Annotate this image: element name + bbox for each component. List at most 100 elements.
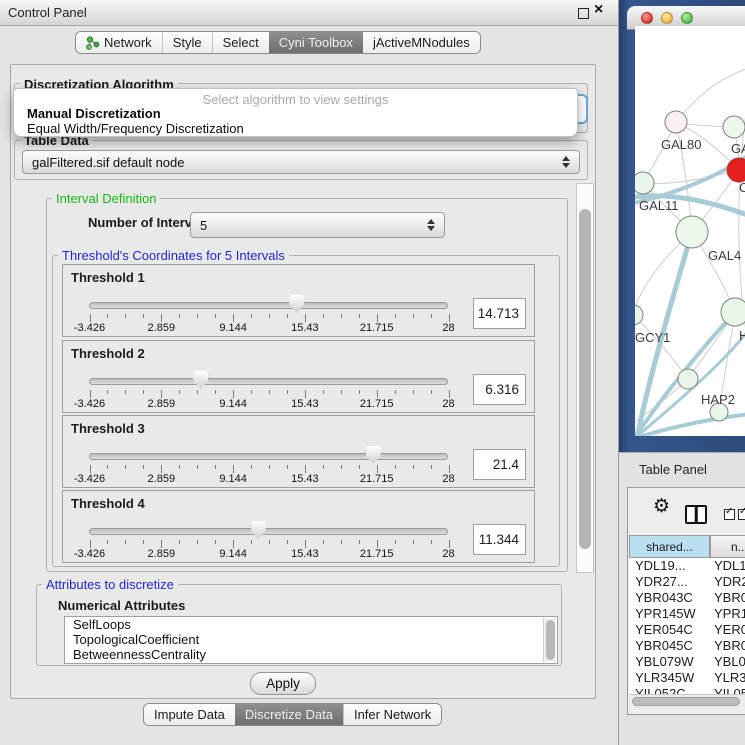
tab-infer-network[interactable]: Infer Network [343,704,441,725]
attr-items: SelfLoopsTopologicalCoefficientBetweenne… [65,617,557,662]
list-scrollbar[interactable] [543,618,556,662]
slider-thumb[interactable] [289,295,304,313]
slider-track[interactable] [89,528,448,535]
split-columns-icon[interactable] [685,505,707,524]
close-icon[interactable]: × [594,1,603,19]
app-root: Control Panel × Network Style Select Cyn… [0,0,745,745]
node-label: HAP2 [701,392,735,407]
slider-thumb[interactable] [193,371,208,389]
threshold-panel: Threshold 4 -3.4262.8599.14415.4321.7152… [62,490,535,563]
column-header-shared-name[interactable]: shared... [629,535,710,558]
slider-track[interactable] [89,378,448,385]
threshold-value-field[interactable]: 14.713 [473,298,526,329]
mac-zoom-button[interactable] [681,12,693,24]
node-label: GCY1 [635,330,670,345]
combo-arrows-icon [427,219,435,231]
network-canvas[interactable]: GAL80 GAL11 GAL4 GCY1 H HAP2 GA C [635,26,745,436]
checkbox-icon[interactable]: ✓ [724,509,735,520]
table-panel-title: Table Panel [639,462,707,477]
threshold-panel: Threshold 3 -3.4262.8599.14415.4321.7152… [62,415,535,488]
interval-definition-title: Interval Definition [52,191,160,206]
threshold-panel: Threshold 2 -3.4262.8599.14415.4321.7152… [62,340,535,413]
column-header-name[interactable]: n... [710,535,745,558]
threshold-label: Threshold 4 [71,496,145,511]
attribute-list-item[interactable]: SelfLoops [65,617,557,632]
settings-scrollbar-thumb[interactable] [579,209,591,549]
network-node[interactable] [723,116,745,138]
table-hscrollbar-thumb[interactable] [632,697,740,706]
threshold-value-field[interactable]: 11.344 [473,524,526,555]
network-window-region: GAL80 GAL11 GAL4 GCY1 H HAP2 GA C [618,0,745,452]
threshold-value-field[interactable]: 6.316 [473,374,526,405]
float-window-icon[interactable] [578,8,589,19]
tab-discretize-data[interactable]: Discretize Data [235,704,343,725]
threshold-label: Threshold 1 [71,270,145,285]
table-panel-region: Table Panel ⚙ ✓ ✓ shared... n... YDL19..… [618,452,745,745]
dropdown-option-equal-width[interactable]: Equal Width/Frequency Discretization [27,121,244,136]
network-node-gal80[interactable] [665,111,687,133]
numerical-attributes-list[interactable]: SelfLoopsTopologicalCoefficientBetweenne… [64,616,558,664]
settings-scrollbar[interactable] [576,183,594,573]
network-node-gal11[interactable] [635,172,654,194]
table-row[interactable]: YDL19...YDL19... [629,558,745,574]
node-label: C [739,180,745,195]
table-row[interactable]: YPR145WYPR145W [629,606,745,622]
table-rows[interactable]: YDL19...YDL19...YDR27...YDR27...YBR043CY… [629,558,745,696]
table-row[interactable]: YBR043CYBR043C [629,590,745,606]
algorithm-dropdown-popup: Select algorithm to view settings Manual… [13,88,578,137]
tab-style[interactable]: Style [162,32,212,53]
apply-button[interactable]: Apply [250,672,316,695]
table-row[interactable]: YER054CYER054C [629,622,745,638]
node-label: H [739,328,745,343]
threshold-label: Threshold 3 [71,421,145,436]
numerical-attributes-label: Numerical Attributes [54,598,189,613]
dropdown-option-manual[interactable]: Manual Discretization [27,106,161,121]
thresholds-group-title: Threshold's Coordinates for 5 Intervals [58,248,289,263]
checkbox-icon[interactable]: ✓ [738,509,745,520]
network-node-h[interactable] [721,298,745,326]
threshold-label: Threshold 2 [71,346,145,361]
table-row[interactable]: YLR345WYLR345W [629,670,745,686]
slider-track[interactable] [89,453,448,460]
threshold-value-field[interactable]: 21.4 [473,449,526,480]
tab-network-label: Network [104,35,152,50]
gear-icon[interactable]: ⚙ [653,495,670,517]
network-node-gal4[interactable] [676,216,708,248]
table-data-value: galFiltered.sif default node [32,155,184,170]
table-row[interactable]: YDR27...YDR27... [629,574,745,590]
table-row[interactable]: YBL079WYBL079W [629,654,745,670]
attribute-list-item[interactable]: BetweennessCentrality [65,647,557,662]
node-label: GA [731,141,745,156]
tab-select[interactable]: Select [212,32,269,53]
combo-arrows-icon [562,156,570,168]
panel-title: Control Panel [8,5,87,20]
mac-minimize-button[interactable] [661,12,673,24]
tab-cyni-toolbox[interactable]: Cyni Toolbox [269,32,363,53]
network-node[interactable] [727,158,745,182]
network-node-hap2[interactable] [678,369,698,389]
node-label: GAL11 [639,198,679,213]
control-panel-titlebar: Control Panel × [0,0,618,26]
table-container: ⚙ ✓ ✓ shared... n... YDL19...YDL19...YDR… [627,487,745,715]
table-hscrollbar[interactable] [629,694,745,708]
table-data-combobox[interactable]: galFiltered.sif default node [22,150,580,174]
list-scrollbar-thumb[interactable] [546,620,555,660]
table-row[interactable]: YBR045CYBR045C [629,638,745,654]
network-icon [86,36,100,50]
attributes-group-title: Attributes to discretize [42,577,178,592]
top-tab-strip: Network Style Select Cyni Toolbox jActiv… [75,31,481,54]
slider-thumb[interactable] [251,521,266,539]
attribute-list-item[interactable]: TopologicalCoefficient [65,632,557,647]
number-of-intervals-combobox[interactable]: 5 [190,212,445,238]
node-label: GAL80 [661,137,701,152]
mac-close-button[interactable] [641,12,653,24]
network-node-gcy1[interactable] [635,305,643,325]
slider-track[interactable] [89,302,448,309]
tab-impute-data[interactable]: Impute Data [144,704,235,725]
tab-jactivemnodules[interactable]: jActiveMNodules [363,32,480,53]
threshold-panel: Threshold 1 -3.4262.8599.14415.4321.7152… [62,264,535,337]
node-label: GAL4 [708,248,741,263]
tab-network[interactable]: Network [76,32,162,53]
number-of-intervals-value: 5 [200,218,207,233]
slider-thumb[interactable] [366,446,381,464]
